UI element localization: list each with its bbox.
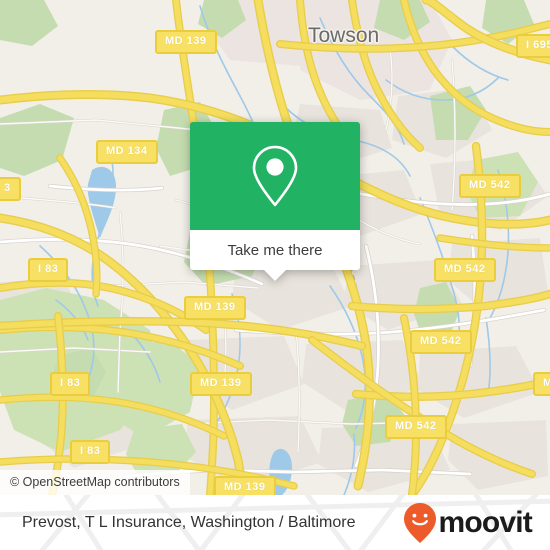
road-shield-md-139-a: MD 139 bbox=[155, 30, 217, 54]
road-shield-md-542-e: MD 542 bbox=[385, 415, 447, 439]
place-label-towson: Towson bbox=[308, 24, 380, 47]
moovit-wordmark: moovit bbox=[438, 505, 532, 539]
moovit-smiley-pin-icon bbox=[404, 502, 437, 543]
road-shield-md-542-b: MD 542 bbox=[434, 258, 496, 282]
popup-pointer-tail bbox=[264, 270, 286, 281]
road-shield-left-edge: 3 bbox=[0, 177, 21, 201]
road-shield-md-139-c: MD 139 bbox=[190, 372, 252, 396]
moovit-map-screenshot: .pk { fill:#cde2b4; } .wd { fill:#c5dcb0… bbox=[0, 0, 550, 550]
openstreetmap-attribution[interactable]: © OpenStreetMap contributors bbox=[0, 470, 190, 495]
road-shield-md-542-c: MD 542 bbox=[410, 330, 472, 354]
road-shield-md-139-b: MD 139 bbox=[184, 296, 246, 320]
location-caption: Prevost, T L Insurance, Washington / Bal… bbox=[22, 513, 356, 531]
road-shield-md-542-d: MD 542 bbox=[533, 372, 550, 396]
moovit-logo[interactable]: moovit bbox=[403, 502, 533, 544]
road-shield-i-83-b: I 83 bbox=[50, 372, 91, 396]
road-shield-i-695: I 695 bbox=[516, 34, 550, 58]
popup-icon-panel bbox=[190, 122, 360, 230]
road-shield-md-139-d: MD 139 bbox=[214, 476, 276, 495]
road-shield-md-134: MD 134 bbox=[96, 140, 158, 164]
road-shield-i-83-a: I 83 bbox=[28, 258, 69, 282]
take-me-there-label: Take me there bbox=[227, 241, 323, 259]
location-popup-card[interactable]: Take me there bbox=[190, 122, 360, 281]
road-shield-i-83-c: I 83 bbox=[70, 440, 111, 464]
popup-action-footer[interactable]: Take me there bbox=[190, 230, 360, 281]
bottom-bar-content: Prevost, T L Insurance, Washington / Bal… bbox=[0, 495, 550, 550]
bottom-caption-bar: Prevost, T L Insurance, Washington / Bal… bbox=[0, 495, 550, 550]
map-pin-icon bbox=[252, 145, 298, 207]
road-shield-md-542-a: MD 542 bbox=[459, 174, 521, 198]
